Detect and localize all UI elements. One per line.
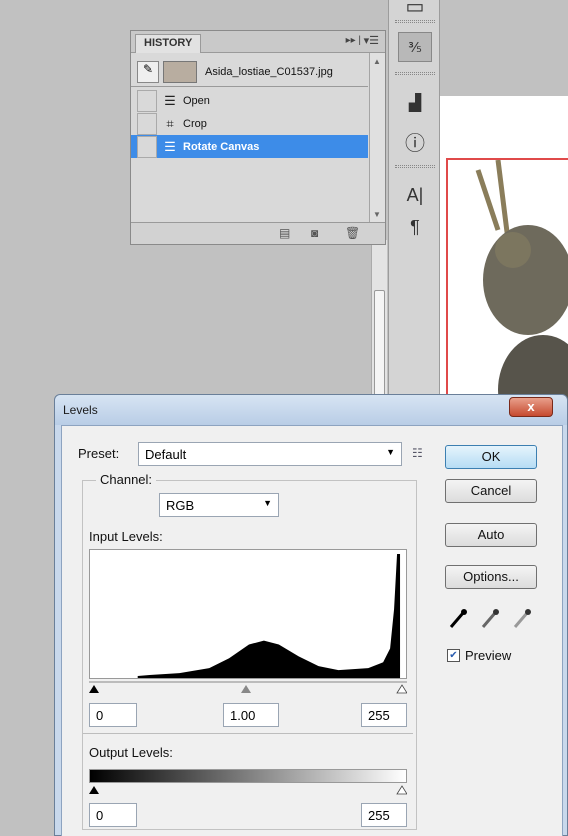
white-eyedropper-icon	[513, 609, 531, 628]
input-black-field[interactable]	[89, 703, 137, 727]
black-point-handle	[89, 685, 99, 693]
panel-scrollbar[interactable]	[371, 240, 387, 400]
levels-dialog: Levels x Preset: Default ▼ ☷ Channel: RG…	[54, 394, 568, 836]
dock-top-icon[interactable]: ▭	[398, 0, 432, 18]
output-gradient	[89, 769, 407, 783]
crop-icon: ⌗	[166, 115, 174, 131]
auto-button[interactable]: Auto	[445, 523, 537, 547]
divider	[83, 733, 413, 734]
history-brush-source-slot[interactable]	[137, 135, 157, 158]
output-levels-slider[interactable]	[89, 783, 407, 795]
snapshot-thumbnail	[163, 60, 197, 83]
output-white-handle	[396, 785, 407, 795]
history-panel-header: HISTORY ▸▸ | ▾☰	[131, 31, 385, 53]
preset-options-icon[interactable]: ☷	[412, 446, 423, 460]
history-step-label: Open	[183, 94, 210, 107]
history-brush-source-slot[interactable]	[137, 89, 157, 112]
white-point-handle	[396, 684, 407, 694]
panel-menu-icon[interactable]: ▾☰	[364, 34, 379, 47]
history-brush-source-icon[interactable]: ✎	[137, 60, 159, 83]
history-step-open[interactable]: ☰ Open	[131, 89, 368, 112]
preview-checkbox[interactable]: ✔	[447, 649, 460, 662]
snapshot-name: Asida_lostiae_C01537.jpg	[205, 65, 333, 78]
gray-eyedropper-icon	[481, 609, 499, 628]
new-document-from-state-icon[interactable]: ▤	[279, 226, 290, 240]
beetle-image	[475, 160, 568, 420]
gamma-handle	[241, 685, 251, 693]
input-levels-label: Input Levels:	[89, 529, 163, 544]
character-icon[interactable]: A|	[398, 180, 432, 210]
history-step-label: Rotate Canvas	[183, 140, 260, 153]
history-step-crop[interactable]: ⌗ Crop	[131, 112, 368, 135]
dock-grip	[395, 20, 435, 23]
output-black-field[interactable]	[89, 803, 137, 827]
eyedropper-tools	[449, 609, 531, 628]
scroll-down-icon[interactable]: ▼	[373, 210, 381, 219]
dock-grip	[395, 165, 435, 168]
chevron-down-icon: ▼	[263, 498, 272, 508]
new-snapshot-icon[interactable]: ◙	[311, 226, 318, 240]
scroll-up-icon[interactable]: ▲	[373, 57, 381, 66]
document-icon: ☰	[164, 138, 176, 154]
cancel-button[interactable]: Cancel	[445, 479, 537, 503]
document-icon: ☰	[164, 92, 176, 108]
trash-icon[interactable]: 🗑	[345, 226, 360, 240]
chevron-down-icon: ▼	[386, 447, 395, 457]
paragraph-icon[interactable]: ¶	[398, 212, 432, 242]
channel-dropdown[interactable]: RGB ▼	[159, 493, 279, 517]
preview-label: Preview	[465, 648, 512, 663]
black-eyedropper-icon	[449, 609, 467, 628]
history-icon[interactable]: ⅗	[398, 32, 432, 62]
history-panel-footer: ▤ ◙ 🗑	[131, 222, 385, 244]
channel-label: Channel:	[96, 472, 157, 487]
preset-label: Preset:	[78, 446, 120, 461]
preset-value: Default	[145, 447, 187, 462]
history-step-rotate-canvas[interactable]: ☰ Rotate Canvas	[131, 135, 368, 158]
input-gamma-field[interactable]	[223, 703, 279, 727]
input-white-field[interactable]	[361, 703, 407, 727]
channel-value: RGB	[166, 498, 195, 513]
dialog-title-bar[interactable]: Levels x	[55, 395, 567, 425]
history-panel: HISTORY ▸▸ | ▾☰ ✎ Asida_lostiae_C01537.j…	[130, 30, 386, 245]
scrollbar-thumb[interactable]	[374, 290, 385, 400]
history-brush-source-slot[interactable]	[137, 112, 157, 135]
close-button[interactable]: x	[509, 397, 553, 417]
collapse-icon[interactable]: ▸▸ |	[346, 35, 361, 46]
output-white-field[interactable]	[361, 803, 407, 827]
histogram-icon[interactable]: ▟	[398, 88, 432, 118]
panel-dock: ▭ ⅗ ▟ ⓘ A| ¶	[388, 0, 440, 400]
output-levels-label: Output Levels:	[89, 745, 173, 760]
dialog-title: Levels	[63, 403, 98, 417]
info-icon[interactable]: ⓘ	[398, 126, 432, 156]
histogram-graph	[89, 549, 407, 679]
ok-button[interactable]: OK	[445, 445, 537, 469]
output-black-handle	[89, 786, 99, 794]
dock-grip	[395, 72, 435, 75]
history-scrollbar[interactable]: ▲ ▼	[369, 53, 385, 223]
options-button[interactable]: Options...	[445, 565, 537, 589]
input-levels-slider[interactable]	[89, 681, 407, 695]
history-step-label: Crop	[183, 117, 207, 130]
history-snapshot-row[interactable]: ✎ Asida_lostiae_C01537.jpg	[131, 57, 368, 87]
history-tab[interactable]: HISTORY	[135, 34, 202, 53]
preset-dropdown[interactable]: Default ▼	[138, 442, 402, 466]
